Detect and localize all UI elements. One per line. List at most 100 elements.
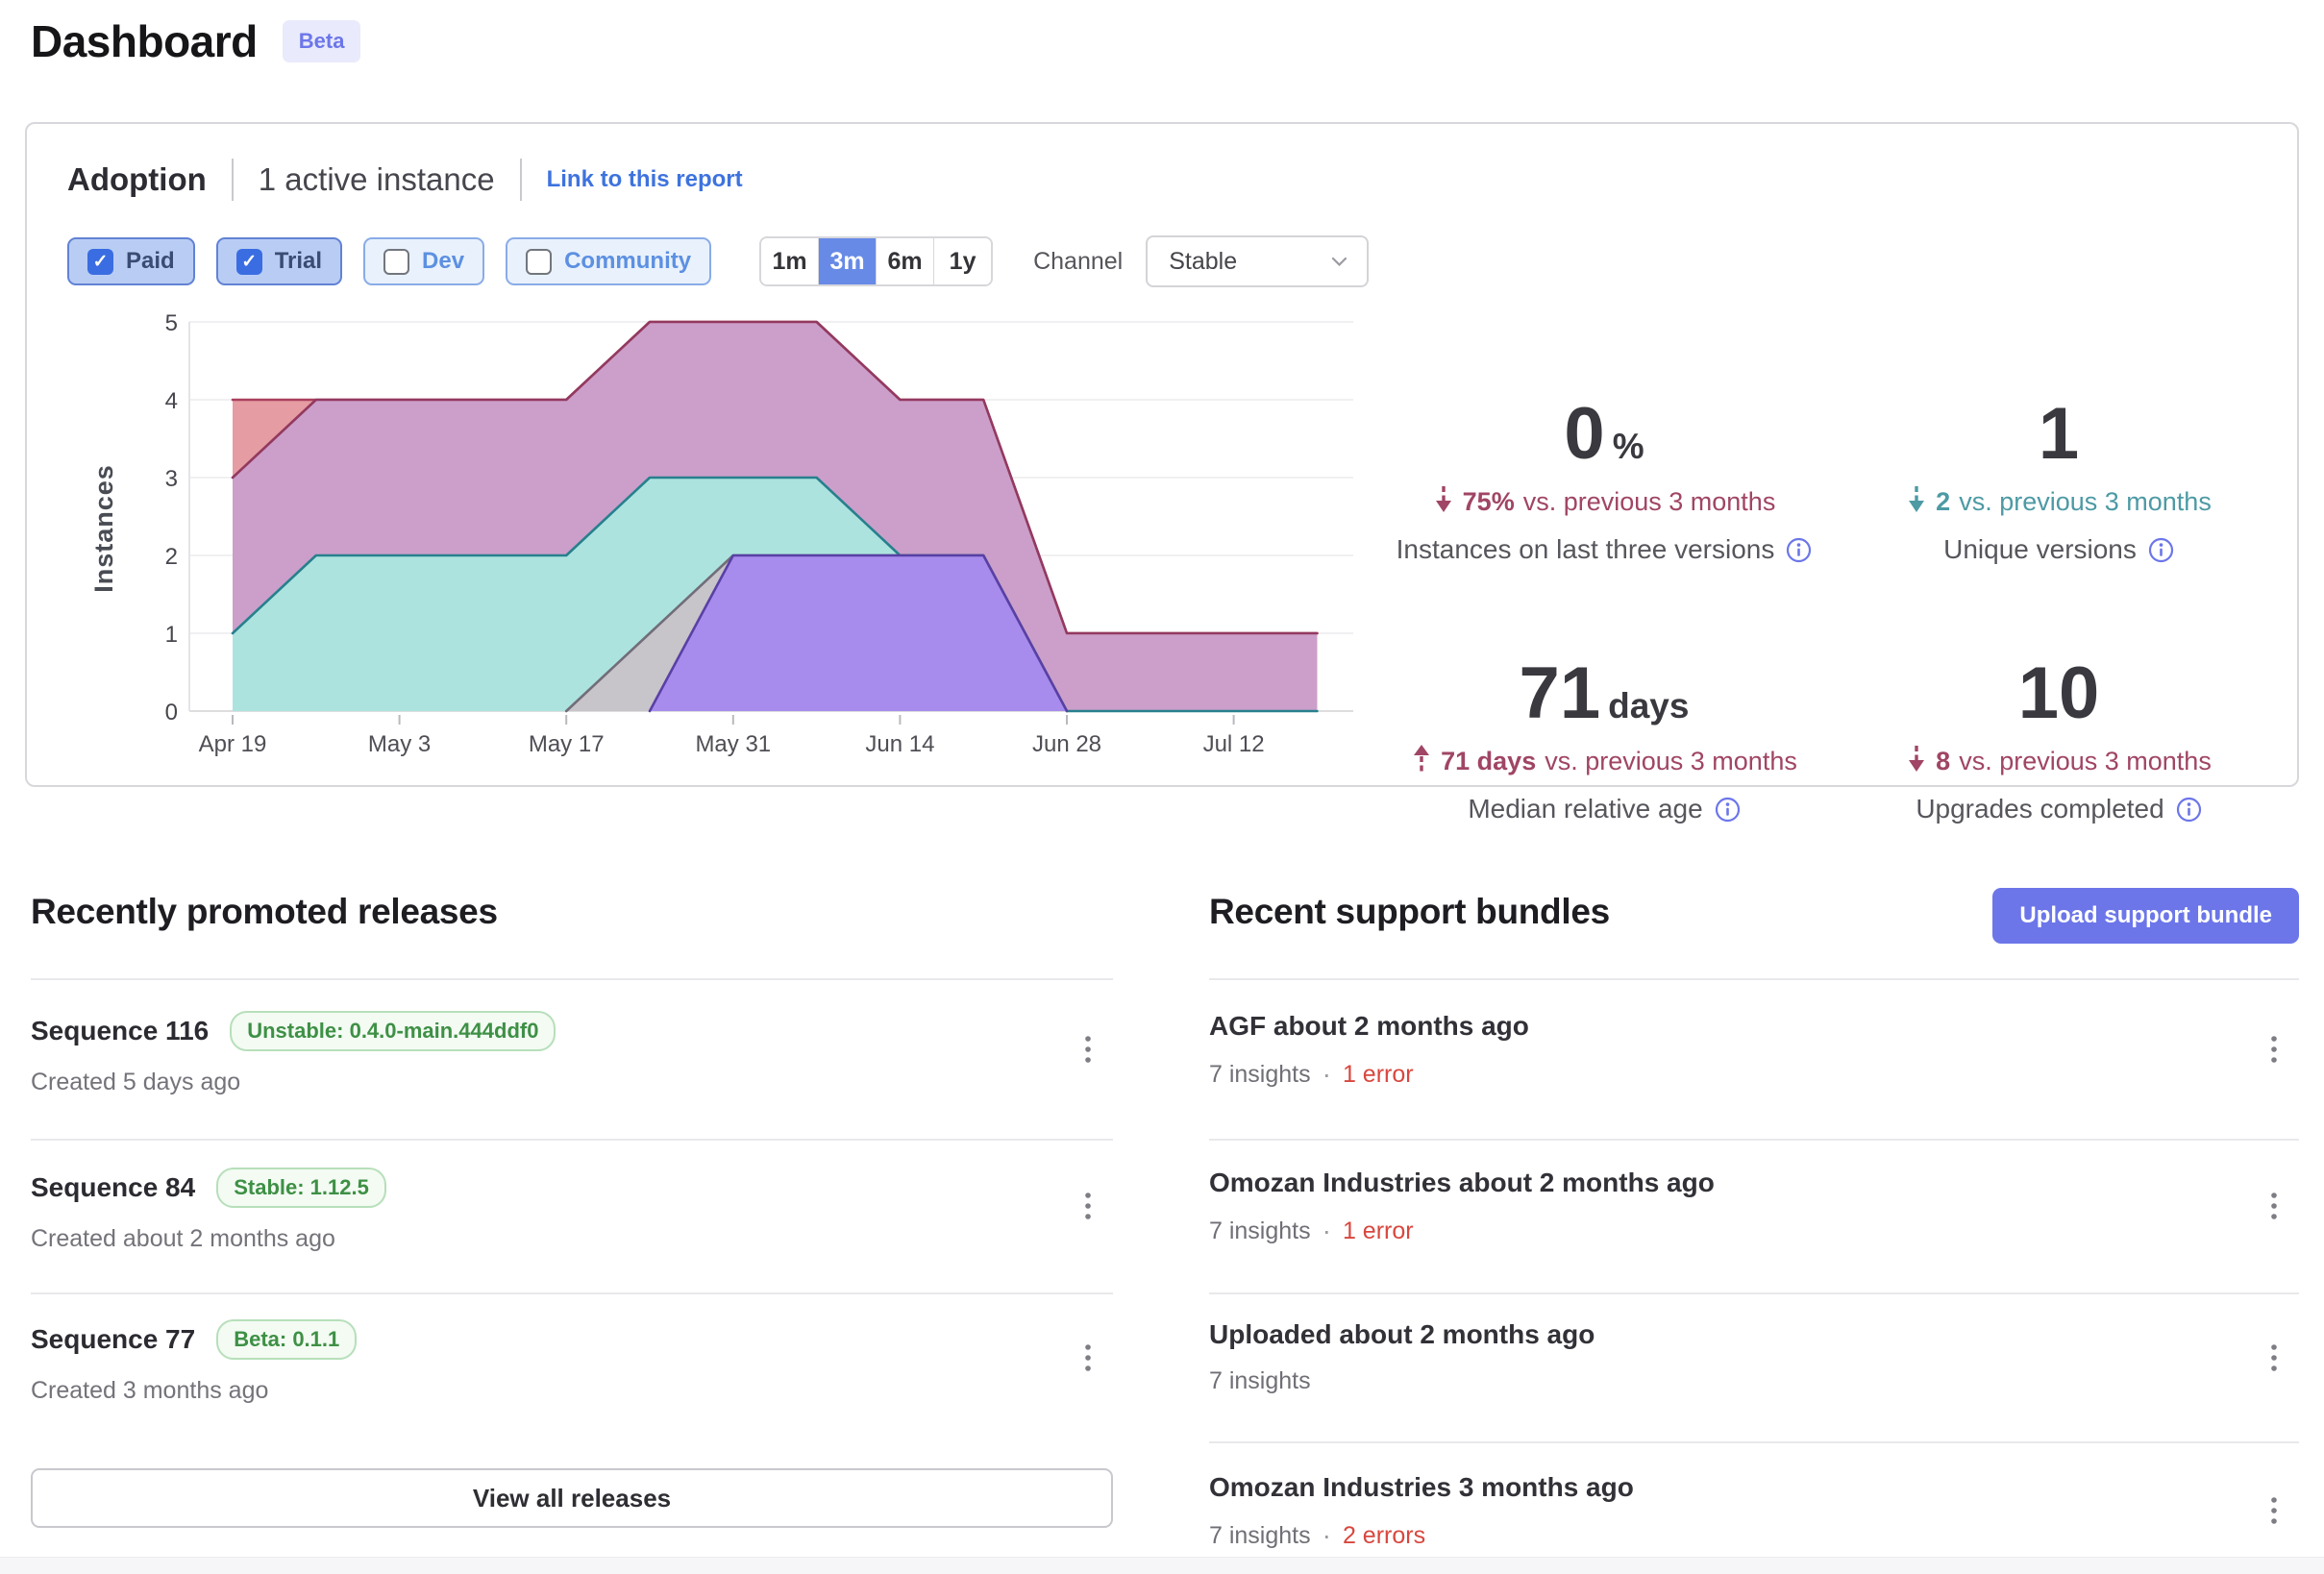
stat-label: Instances on last three versions	[1397, 534, 1775, 565]
svg-text:0: 0	[165, 700, 178, 726]
view-all-releases-button[interactable]: View all releases	[31, 1468, 1113, 1528]
bundle-row: Omozan Industries about 2 months ago 7 i…	[1209, 1168, 2299, 1246]
release-title: Sequence 84	[31, 1172, 195, 1203]
stat-upgrades-completed: 10 8vs. previous 3 months Upgrades compl…	[1850, 657, 2267, 824]
recently-promoted-releases-section: Recently promoted releases Sequence 116 …	[31, 884, 1113, 1574]
channel-selected-value: Stable	[1169, 248, 1237, 276]
range-1m[interactable]: 1m	[761, 238, 818, 284]
stat-delta: 71 daysvs. previous 3 months	[1396, 744, 1813, 779]
kebab-menu-icon[interactable]	[1069, 1333, 1107, 1383]
range-3m[interactable]: 3m	[818, 238, 876, 284]
filter-pill-community[interactable]: Community	[506, 237, 711, 285]
page-title: Dashboard	[31, 15, 258, 67]
kebab-menu-icon[interactable]	[2255, 1024, 2293, 1074]
divider	[31, 1292, 1113, 1294]
stat-value: 0%	[1396, 398, 1813, 471]
dashboard-page: Dashboard Beta Adoption 1 active instanc…	[0, 0, 2324, 1574]
range-1y[interactable]: 1y	[933, 238, 991, 284]
recent-support-bundles-section: Recent support bundles Upload support bu…	[1209, 884, 2299, 1574]
upload-support-bundle-button[interactable]: Upload support bundle	[1992, 888, 2299, 944]
info-icon[interactable]	[2148, 537, 2174, 563]
stat-value: 10	[1850, 657, 2267, 730]
release-created: Created about 2 months ago	[31, 1225, 1113, 1253]
svg-text:May 3: May 3	[368, 731, 431, 757]
page-header: Dashboard Beta	[31, 15, 360, 67]
filter-label: Community	[564, 248, 691, 275]
releases-heading: Recently promoted releases	[31, 892, 498, 932]
filter-label: Trial	[275, 248, 322, 275]
bundle-insights: 7 insights	[1209, 1367, 1311, 1395]
bundle-title: Omozan Industries about 2 months ago	[1209, 1168, 2299, 1198]
checkbox-icon	[236, 249, 262, 275]
filter-pill-dev[interactable]: Dev	[363, 237, 484, 285]
stat-label: Unique versions	[1943, 534, 2137, 565]
release-created: Created 3 months ago	[31, 1377, 1113, 1405]
bundle-row: Uploaded about 2 months ago 7 insights ·	[1209, 1319, 2299, 1395]
filter-pill-trial[interactable]: Trial	[216, 237, 342, 285]
filter-label: Dev	[422, 248, 464, 275]
checkbox-icon	[526, 249, 552, 275]
svg-text:Apr 19: Apr 19	[199, 731, 267, 757]
svg-text:3: 3	[165, 466, 178, 492]
dot-separator: ·	[1323, 1059, 1331, 1090]
svg-text:1: 1	[165, 622, 178, 648]
filter-row: Paid Trial Dev Community 1m 3m 6m 1y Cha…	[67, 235, 1369, 287]
page-footer-strip	[0, 1557, 2324, 1574]
kebab-menu-icon[interactable]	[1069, 1024, 1107, 1074]
adoption-title: Adoption	[67, 161, 207, 198]
stat-delta: 8vs. previous 3 months	[1850, 744, 2267, 779]
divider	[1209, 1139, 2299, 1141]
checkbox-icon	[383, 249, 409, 275]
filter-label: Paid	[126, 248, 175, 275]
bundle-insights: 7 insights	[1209, 1061, 1311, 1089]
filter-pill-paid[interactable]: Paid	[67, 237, 195, 285]
kebab-menu-icon[interactable]	[1069, 1181, 1107, 1231]
dot-separator: ·	[1323, 1520, 1331, 1551]
adoption-card-header: Adoption 1 active instance Link to this …	[67, 159, 743, 201]
divider	[1209, 1441, 2299, 1443]
svg-text:Jun 28: Jun 28	[1032, 731, 1101, 757]
info-icon[interactable]	[1715, 797, 1741, 823]
chevron-down-icon	[1331, 257, 1347, 267]
bundle-row: Omozan Industries 3 months ago 7 insight…	[1209, 1472, 2299, 1551]
stat-label: Upgrades completed	[1916, 794, 2163, 824]
kebab-menu-icon[interactable]	[2255, 1181, 2293, 1231]
channel-select[interactable]: Stable	[1146, 235, 1369, 287]
info-icon[interactable]	[2176, 797, 2202, 823]
divider	[1209, 1292, 2299, 1294]
stat-median-relative-age: 71days 71 daysvs. previous 3 months Medi…	[1396, 657, 1813, 824]
bundle-title: AGF about 2 months ago	[1209, 1011, 2299, 1042]
bundle-insights: 7 insights	[1209, 1217, 1311, 1245]
link-to-report[interactable]: Link to this report	[547, 166, 743, 193]
time-range-selector: 1m 3m 6m 1y	[759, 236, 993, 286]
bundle-insights: 7 insights	[1209, 1522, 1311, 1550]
stat-delta: 2vs. previous 3 months	[1850, 484, 2267, 520]
stat-value: 1	[1850, 398, 2267, 471]
trend-arrow-icon	[1906, 484, 1927, 520]
release-row: Sequence 116 Unstable: 0.4.0-main.444ddf…	[31, 1011, 1113, 1096]
release-channel-badge: Unstable: 0.4.0-main.444ddf0	[230, 1011, 556, 1051]
bundle-title: Uploaded about 2 months ago	[1209, 1319, 2299, 1350]
info-icon[interactable]	[1786, 537, 1812, 563]
divider	[31, 1139, 1113, 1141]
release-row: Sequence 77 Beta: 0.1.1 Created 3 months…	[31, 1319, 1113, 1405]
beta-badge: Beta	[283, 20, 361, 62]
svg-text:Jun 14: Jun 14	[865, 731, 934, 757]
release-row: Sequence 84 Stable: 1.12.5 Created about…	[31, 1168, 1113, 1253]
stat-label: Median relative age	[1468, 794, 1702, 824]
kebab-menu-icon[interactable]	[2255, 1486, 2293, 1536]
divider	[31, 978, 1113, 980]
svg-text:2: 2	[165, 544, 178, 570]
stat-instances-last-three: 0% 75%vs. previous 3 months Instances on…	[1396, 398, 1813, 565]
svg-text:4: 4	[165, 388, 178, 414]
range-6m[interactable]: 6m	[876, 238, 933, 284]
svg-text:May 17: May 17	[529, 731, 605, 757]
kebab-menu-icon[interactable]	[2255, 1333, 2293, 1383]
release-title: Sequence 77	[31, 1324, 195, 1355]
release-channel-badge: Beta: 0.1.1	[216, 1319, 357, 1360]
release-title: Sequence 116	[31, 1016, 209, 1046]
stat-delta: 75%vs. previous 3 months	[1396, 484, 1813, 520]
header-divider	[232, 159, 234, 201]
release-created: Created 5 days ago	[31, 1069, 1113, 1096]
bundle-row: AGF about 2 months ago 7 insights · 1 er…	[1209, 1011, 2299, 1090]
